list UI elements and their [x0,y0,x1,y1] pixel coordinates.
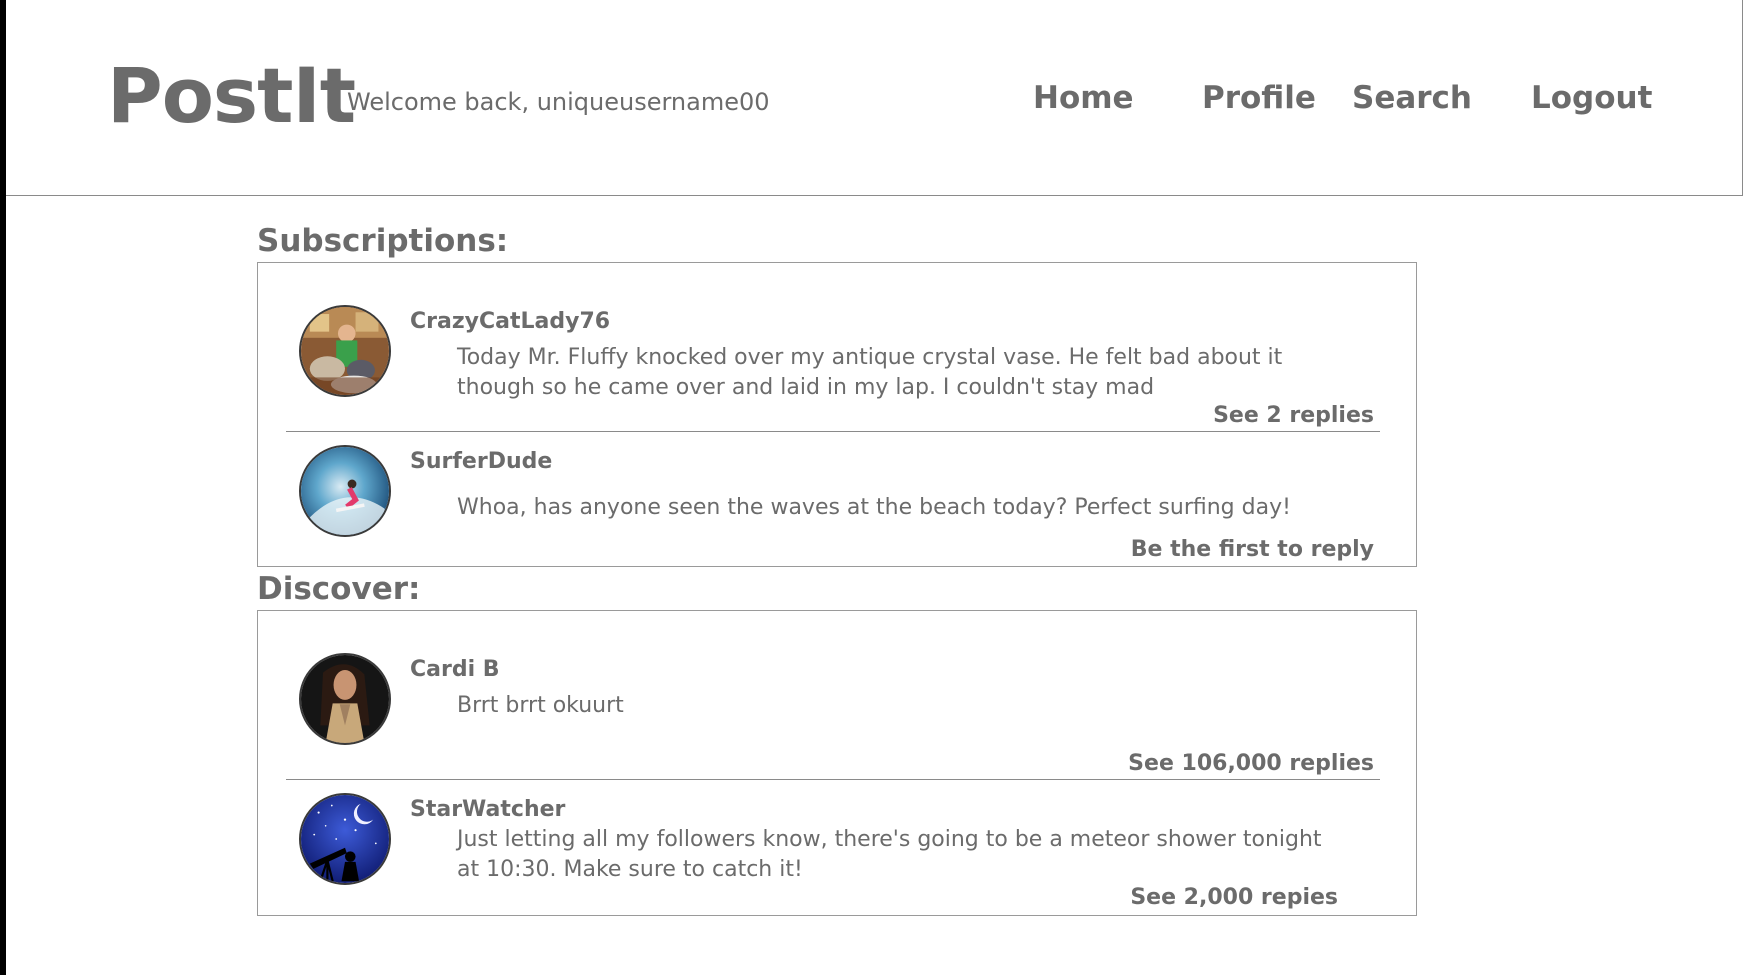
post-author[interactable]: CrazyCatLady76 [410,309,610,335]
post-cardi-b: Cardi B Brrt brrt okuurt See 106,000 rep… [286,611,1380,780]
see-replies-link[interactable]: See 2,000 repies [1130,885,1338,911]
discover-title: Discover: [257,571,421,607]
post-content: Brrt brrt okuurt [457,693,624,718]
post-surferdude: SurferDude Whoa, has anyone seen the wav… [286,433,1380,566]
post-content: Whoa, has anyone seen the waves at the b… [457,495,1291,520]
post-crazycatlady76: CrazyCatLady76 Today Mr. Fluffy knocked … [286,263,1380,432]
post-content: Today Mr. Fluffy knocked over my antique… [457,345,1283,400]
avatar-telescope-icon[interactable] [299,793,391,885]
app-logo[interactable]: PostIt [107,58,356,134]
nav-profile-link[interactable]: Profile [1202,80,1316,117]
nav-home-link[interactable]: Home [1033,80,1134,117]
post-content: Just letting all my followers know, ther… [457,827,1322,882]
post-author[interactable]: Cardi B [410,657,500,683]
see-replies-link[interactable]: See 2 replies [1213,403,1374,429]
nav-search-link[interactable]: Search [1352,80,1472,117]
app-canvas: PostIt Welcome back, uniqueusername00 Ho… [6,0,1743,975]
subscriptions-feed: CrazyCatLady76 Today Mr. Fluffy knocked … [257,262,1417,567]
see-replies-link[interactable]: See 106,000 replies [1128,751,1374,777]
post-starwatcher: StarWatcher Just letting all my follower… [286,781,1380,915]
nav-logout-link[interactable]: Logout [1531,80,1652,117]
avatar-cat-lady-icon[interactable] [299,305,391,397]
avatar-cardi-b-icon[interactable] [299,653,391,745]
avatar-surfer-icon[interactable] [299,445,391,537]
post-author[interactable]: StarWatcher [410,797,565,823]
discover-feed: Cardi B Brrt brrt okuurt See 106,000 rep… [257,610,1417,916]
subscriptions-title: Subscriptions: [257,223,509,259]
welcome-message: Welcome back, uniqueusername00 [347,88,770,116]
header: PostIt Welcome back, uniqueusername00 Ho… [6,0,1743,196]
post-author[interactable]: SurferDude [410,449,552,475]
be-first-to-reply-link[interactable]: Be the first to reply [1131,537,1374,563]
